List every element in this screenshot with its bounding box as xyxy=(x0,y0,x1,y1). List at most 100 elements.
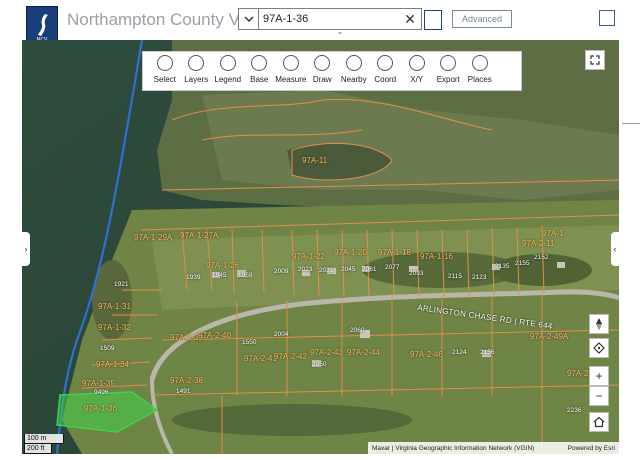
parcel-label[interactable]: 97A-11 xyxy=(302,156,327,165)
tool-label: Coord xyxy=(374,75,397,84)
advanced-search-button[interactable]: Advanced xyxy=(452,10,512,28)
tool-label: Places xyxy=(467,75,492,84)
zoom-out-button[interactable]: − xyxy=(589,386,609,406)
parcel-label[interactable]: 97A-1-31 xyxy=(98,302,131,311)
address-label: 2093 xyxy=(409,270,424,277)
address-label: 1509 xyxy=(100,345,115,352)
address-label: 2009 xyxy=(274,268,289,275)
tool-circle-icon xyxy=(156,55,173,71)
address-label: 2124 xyxy=(452,349,467,356)
address-label: 2031 xyxy=(319,267,334,274)
zoom-in-button[interactable]: + xyxy=(589,366,609,386)
parcel-label[interactable]: 97A-1-32 xyxy=(98,323,131,332)
home-button[interactable] xyxy=(589,412,609,432)
parcel-label[interactable]: 97A-2 xyxy=(567,369,588,378)
tool-circle-icon xyxy=(377,55,394,71)
tool-label: Export xyxy=(436,75,460,84)
parcel-label[interactable]: 97A-2-46 xyxy=(410,350,443,359)
app-window: NCV Northampton County Virginia ✕ Advanc… xyxy=(0,0,640,460)
tool-circle-icon xyxy=(251,55,268,71)
scale-bar: 100 m 200 ft xyxy=(24,434,64,454)
parcel-label[interactable]: 97A-1-27A xyxy=(180,231,218,240)
expand-icon xyxy=(590,55,600,65)
address-label: 2077 xyxy=(385,264,400,271)
address-label: 2115 xyxy=(448,273,462,280)
address-label: 1959 xyxy=(238,272,253,279)
tool-measure-button[interactable]: Measure xyxy=(275,52,307,92)
address-label: 2050 xyxy=(312,361,327,368)
tool-legend-button[interactable]: Legend xyxy=(212,52,244,92)
attribution-text[interactable]: Maxar | Virginia Geographic Information … xyxy=(372,445,534,452)
tool-label: Select xyxy=(153,75,176,84)
parcel-label[interactable]: 97A-2-43 xyxy=(310,348,343,357)
tool-select-button[interactable]: Select xyxy=(149,52,181,92)
scale-imperial: 200 ft xyxy=(24,444,52,454)
parcel-label[interactable]: 97A-2-11 xyxy=(522,239,554,248)
address-label: 2060 xyxy=(350,327,365,334)
parcel-label[interactable]: 97A-1-18 xyxy=(378,248,411,257)
tool-circle-icon xyxy=(282,55,299,71)
tool-draw-button[interactable]: Draw xyxy=(307,52,339,92)
tool-coord-button[interactable]: Coord xyxy=(370,52,402,92)
parcel-label[interactable]: 97A-2-38 xyxy=(170,376,203,385)
address-label: 2135 xyxy=(495,263,510,270)
search-button[interactable] xyxy=(424,10,442,30)
parcel-label[interactable]: 97A-1-22 xyxy=(292,252,325,261)
parcel-label[interactable]: 97A-1-20 xyxy=(334,248,367,257)
address-label: 1491 xyxy=(176,388,191,395)
address-label: 2004 xyxy=(274,331,289,338)
address-label: 2023 xyxy=(298,266,313,273)
parcel-label[interactable]: 97A-1 xyxy=(542,229,563,238)
map-silhouette-icon xyxy=(38,14,48,36)
address-label: 2123 xyxy=(472,274,487,281)
parcel-label[interactable]: 97A-1-26 xyxy=(206,261,239,270)
search-box: ✕ xyxy=(238,8,422,30)
address-label: 1921 xyxy=(114,281,129,288)
address-label: 2155 xyxy=(515,260,530,267)
parcel-label[interactable]: 97A-2-41 xyxy=(244,354,277,363)
tool-circle-icon xyxy=(188,55,205,71)
map-toolbar: Select Layers Legend Base Measure Draw Nearby C… xyxy=(142,51,522,91)
parcel-label[interactable]: 97A-1-34 xyxy=(96,360,129,369)
tool-base-button[interactable]: Base xyxy=(244,52,276,92)
right-panel-toggle[interactable]: ‹ xyxy=(611,232,619,266)
search-input[interactable] xyxy=(263,11,401,27)
parcel-label[interactable]: 97A-2-42 xyxy=(274,352,307,361)
chevron-down-icon xyxy=(243,15,254,22)
address-label: 2156 xyxy=(480,349,495,356)
parcel-label[interactable]: 97A-1-16 xyxy=(420,252,453,261)
parcel-label[interactable]: 97A-2-49A xyxy=(530,332,568,341)
tool-x-y-button[interactable]: X/Y xyxy=(401,52,433,92)
search-source-dropdown[interactable] xyxy=(239,9,259,29)
powered-by-text[interactable]: Powered by Esri xyxy=(568,445,619,452)
divider-line xyxy=(622,123,640,124)
tool-label: Nearby xyxy=(340,75,367,84)
tool-nearby-button[interactable]: Nearby xyxy=(338,52,370,92)
locate-button[interactable] xyxy=(589,338,609,358)
clear-icon[interactable]: ✕ xyxy=(403,11,417,27)
parcel-label[interactable]: 97A-1-36 xyxy=(84,404,117,413)
tool-layers-button[interactable]: Layers xyxy=(181,52,213,92)
tool-circle-icon xyxy=(471,55,488,71)
compass-button[interactable] xyxy=(589,314,609,334)
tool-places-button[interactable]: Places xyxy=(464,52,496,92)
address-label: 1939 xyxy=(186,274,201,281)
tool-label: Draw xyxy=(312,75,332,84)
scale-metric: 100 m xyxy=(24,434,64,444)
parcel-label[interactable]: 97A-2-40 xyxy=(198,331,231,340)
fullscreen-button[interactable] xyxy=(585,50,605,70)
parcel-label[interactable]: 97A-1-35 xyxy=(82,379,115,388)
tool-label: X/Y xyxy=(410,75,424,84)
menu-button[interactable] xyxy=(599,10,615,26)
tool-export-button[interactable]: Export xyxy=(433,52,465,92)
tool-label: Legend xyxy=(214,75,242,84)
tool-label: Base xyxy=(250,75,269,84)
address-label: 9496 xyxy=(94,389,109,396)
parcel-label[interactable]: 97A-2-44 xyxy=(347,348,380,357)
address-label: 2152 xyxy=(534,254,549,261)
parcel-label[interactable]: 97A-1-29A xyxy=(134,233,172,242)
collapse-header-icon[interactable]: ⌄ xyxy=(331,27,349,36)
left-panel-toggle[interactable]: › xyxy=(22,232,30,266)
map-attribution: Maxar | Virginia Geographic Information … xyxy=(368,442,619,454)
map-view[interactable]: 97A-11 97A-1-29A 97A-1-27A 97A-1-26 97A-1-22… xyxy=(22,40,619,454)
